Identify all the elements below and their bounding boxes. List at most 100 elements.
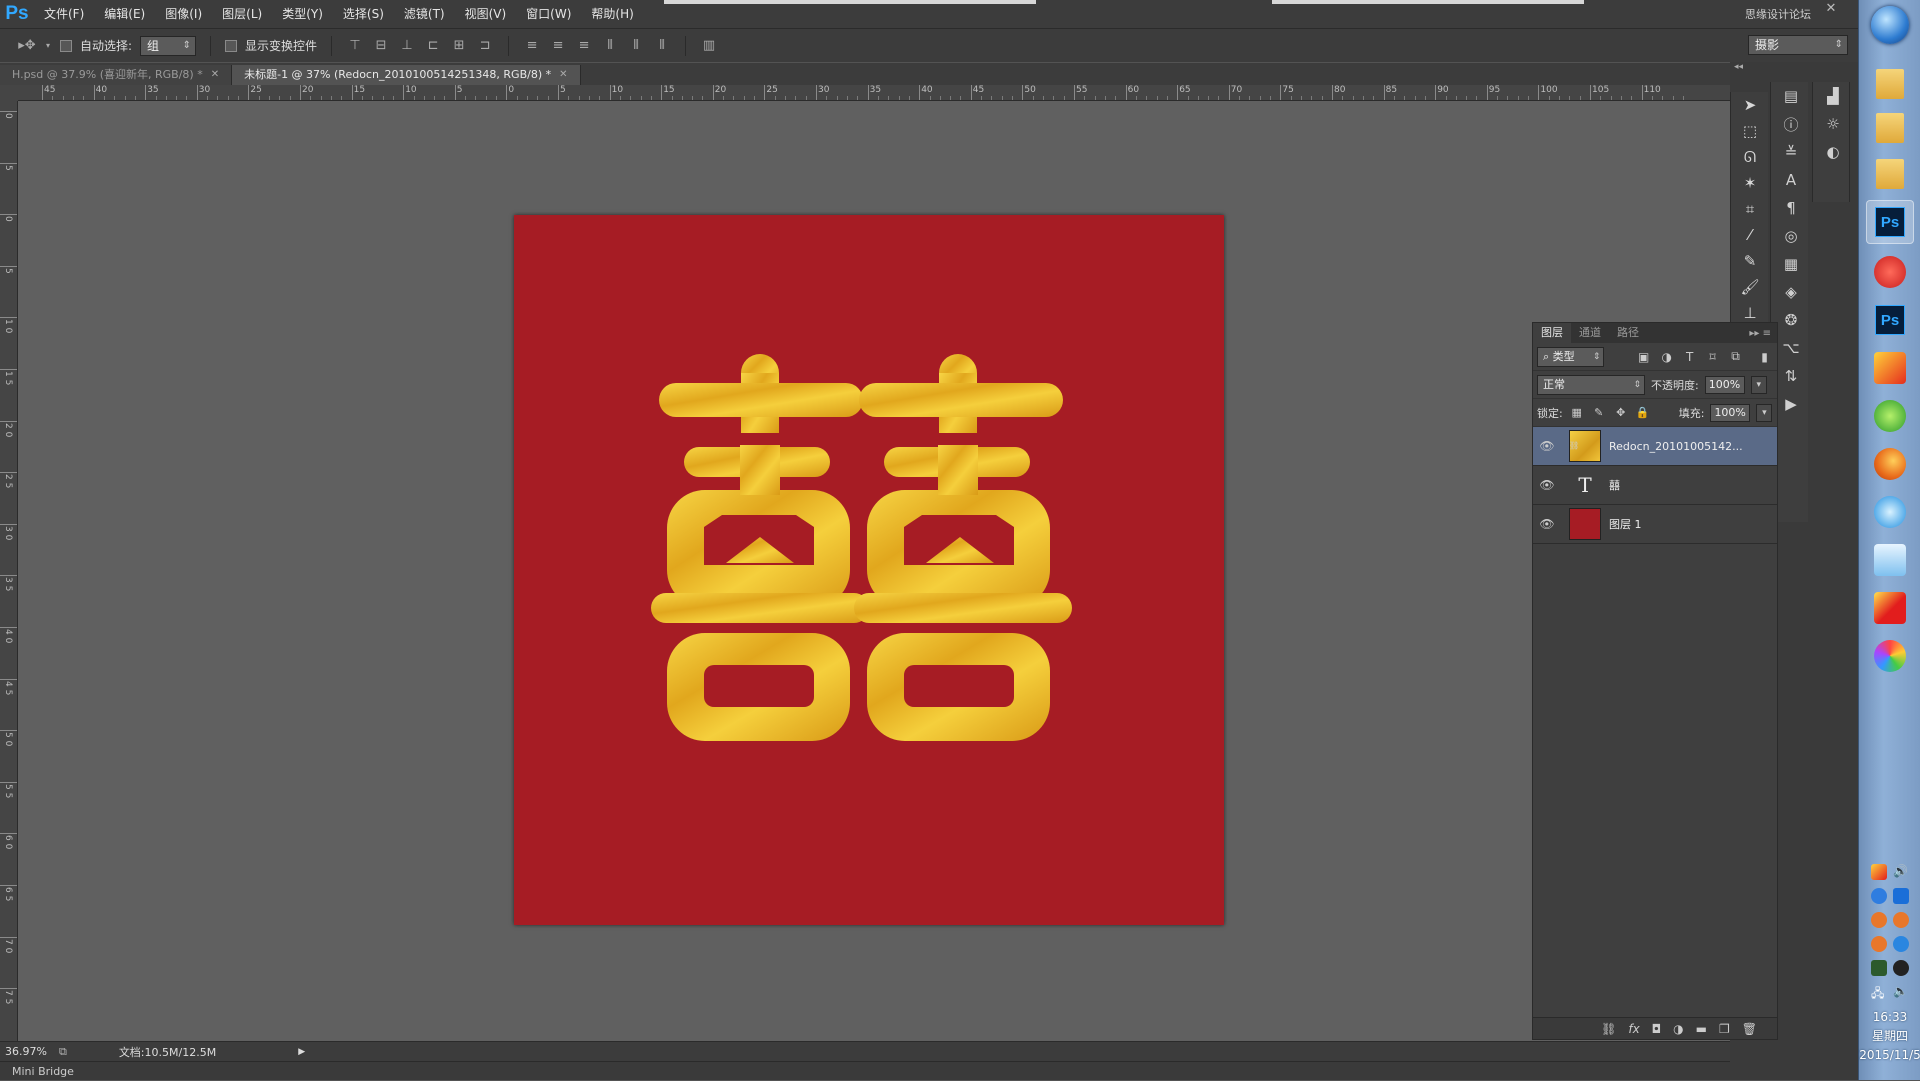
document-canvas[interactable] [514,215,1224,925]
taskbar-app-red[interactable] [1866,250,1914,294]
character-panel-icon[interactable]: A [1771,166,1811,194]
chevron-down-icon[interactable]: ▾ [1750,375,1767,394]
taskbar-app-picasa[interactable] [1866,634,1914,678]
lock-all-icon[interactable]: 🔒 [1635,405,1651,421]
fx-icon[interactable]: fx [1628,1022,1639,1036]
tray-app-icon[interactable] [1893,936,1909,952]
eye-icon[interactable]: 👁 [1533,517,1561,531]
histogram-panel-icon[interactable]: ▟ [1813,82,1853,110]
taskbar-clock[interactable]: 16:33 星期四 2015/11/5 [1859,1008,1920,1065]
paragraph-panel-icon[interactable]: ¶ [1771,194,1811,222]
layer-name[interactable]: 囍 [1609,477,1759,493]
taskbar-app-green[interactable] [1866,394,1914,438]
type-filter-icon[interactable]: T [1681,348,1698,366]
link-layers-icon[interactable]: ⛓ [1601,1022,1616,1036]
layer-row-fill[interactable]: 👁 图层 1 [1533,505,1777,544]
swatches-panel-icon[interactable]: ▦ [1771,250,1811,278]
smart-object-filter-icon[interactable]: ⧉ [1727,348,1744,366]
tray-nvidia-icon[interactable] [1871,960,1887,976]
tab-untitled-1[interactable]: 未标题-1 @ 37% (Redocn_2010100514251348, RG… [232,65,581,85]
tab-paths[interactable]: 路径 [1609,323,1647,343]
taskbar-app-chat[interactable] [1866,538,1914,582]
tab-channels[interactable]: 通道 [1571,323,1609,343]
styles-panel-icon[interactable]: ◐ [1813,138,1853,166]
menu-help[interactable]: 帮助(H) [581,0,643,28]
align-bottom-icon[interactable]: ⊥ [398,37,416,55]
tab-h-psd[interactable]: H.psd @ 37.9% (喜迎新年, RGB/8) * ✕ [0,65,233,85]
lock-image-icon[interactable]: ✎ [1591,405,1607,421]
close-icon[interactable]: ✕ [559,65,567,85]
layer-name[interactable]: Redocn_20101005142... [1609,440,1759,453]
panel-menu-icon[interactable]: ▸▸ ≡ [1749,328,1777,339]
distribute-top-icon[interactable]: ≡ [523,37,541,55]
auto-align-icon[interactable]: ▥ [700,37,718,55]
distribute-left-icon[interactable]: ⫴ [601,37,619,55]
taskbar-folder-2[interactable] [1866,106,1914,150]
eye-icon[interactable]: 👁 [1533,478,1561,492]
layer-name[interactable]: 图层 1 [1609,516,1759,532]
volume-icon[interactable]: 🔊 [1893,864,1909,880]
show-transform-checkbox[interactable] [225,39,238,52]
marquee-tool-icon[interactable]: ⬚ [1731,118,1769,144]
mini-bridge-tab[interactable]: Mini Bridge [8,1062,78,1081]
collapse-arrows-icon[interactable]: ◂◂ [1734,62,1743,74]
menu-image[interactable]: 图像(I) [155,0,212,28]
menu-file[interactable]: 文件(F) [34,0,94,28]
trash-icon[interactable]: 🗑 [1742,1022,1757,1036]
clone-source-panel-icon[interactable]: ◎ [1771,222,1811,250]
menu-select[interactable]: 选择(S) [333,0,394,28]
menu-view[interactable]: 视图(V) [455,0,517,28]
taskbar-app-flash[interactable] [1866,586,1914,630]
layers-panel-icon[interactable]: ◈ [1771,278,1811,306]
tab-layers[interactable]: 图层 [1533,323,1571,343]
align-top-icon[interactable]: ⊤ [346,37,364,55]
crop-tool-icon[interactable]: ⌗ [1731,196,1769,222]
eye-icon[interactable]: 👁 [1533,439,1561,453]
layer-filter-dropdown[interactable]: ⌕ 类型 [1537,346,1605,367]
blend-mode-dropdown[interactable]: 正常 [1537,374,1645,395]
align-hcenter-icon[interactable]: ⊞ [450,37,468,55]
menu-window[interactable]: 窗口(W) [516,0,581,28]
new-layer-icon[interactable]: ❐ [1719,1022,1730,1036]
distribute-right-icon[interactable]: ⫴ [653,37,671,55]
tray-app-icon[interactable] [1871,912,1887,928]
align-left-icon[interactable]: ⊏ [424,37,442,55]
info-panel-icon[interactable]: ⓘ [1771,110,1811,138]
tray-shield-icon[interactable] [1871,888,1887,904]
brush-tool-icon[interactable]: 🖌 [1731,274,1769,300]
close-icon[interactable]: ✕ [211,65,219,85]
ruler-corner[interactable] [0,85,18,101]
menu-edit[interactable]: 编辑(E) [94,0,155,28]
lasso-tool-icon[interactable]: ᘏ [1731,144,1769,170]
eyedropper-tool-icon[interactable]: ⁄ [1731,222,1769,248]
filter-toggle-icon[interactable]: ▮ [1756,348,1773,366]
auto-select-checkbox[interactable] [60,39,72,52]
adjustment-layer-icon[interactable]: ◑ [1673,1022,1683,1036]
chevron-down-icon[interactable]: ▾ [1756,403,1773,422]
speaker-icon[interactable]: 🔈 [1893,984,1909,1000]
adjustments-panel-icon[interactable]: ☼ [1813,110,1853,138]
chevron-down-icon[interactable]: ▾ [44,37,52,55]
play-arrow-icon[interactable]: ▶ [298,1047,305,1057]
distribute-hcenter-icon[interactable]: ⫴ [627,37,645,55]
taskbar-folder-3[interactable] [1866,152,1914,196]
align-vcenter-icon[interactable]: ⊟ [372,37,390,55]
tray-app-icon[interactable] [1893,912,1909,928]
properties-panel-icon[interactable]: ≚ [1771,138,1811,166]
proof-icon[interactable]: ⧉ [59,1045,67,1059]
close-window-button[interactable]: ✕ [1822,2,1840,16]
magic-wand-tool-icon[interactable]: ✶ [1731,170,1769,196]
taskbar-app-blue[interactable] [1866,490,1914,534]
chain-link-icon[interactable]: ⛓ [1569,441,1579,450]
taskbar-app-orange[interactable] [1866,346,1914,390]
adjustment-filter-icon[interactable]: ◑ [1658,348,1675,366]
layer-row-smart-object[interactable]: 👁 ⛓ Redocn_20101005142... [1533,427,1777,466]
new-group-icon[interactable]: ▬ [1696,1022,1707,1036]
lock-transparent-icon[interactable]: ▦ [1569,405,1585,421]
move-tool-icon[interactable]: ▸✥ [18,37,36,55]
distribute-vcenter-icon[interactable]: ≡ [549,37,567,55]
taskbar-folder-1[interactable] [1866,62,1914,106]
workspace-dropdown[interactable]: 摄影 [1748,35,1848,55]
canvas-area[interactable] [18,101,1730,1041]
vertical-ruler[interactable]: 0 5 0 5 1 0 1 5 2 0 2 5 3 0 3 5 4 0 4 5 5 0 5 5 6 0 6 5… [0,101,18,1041]
